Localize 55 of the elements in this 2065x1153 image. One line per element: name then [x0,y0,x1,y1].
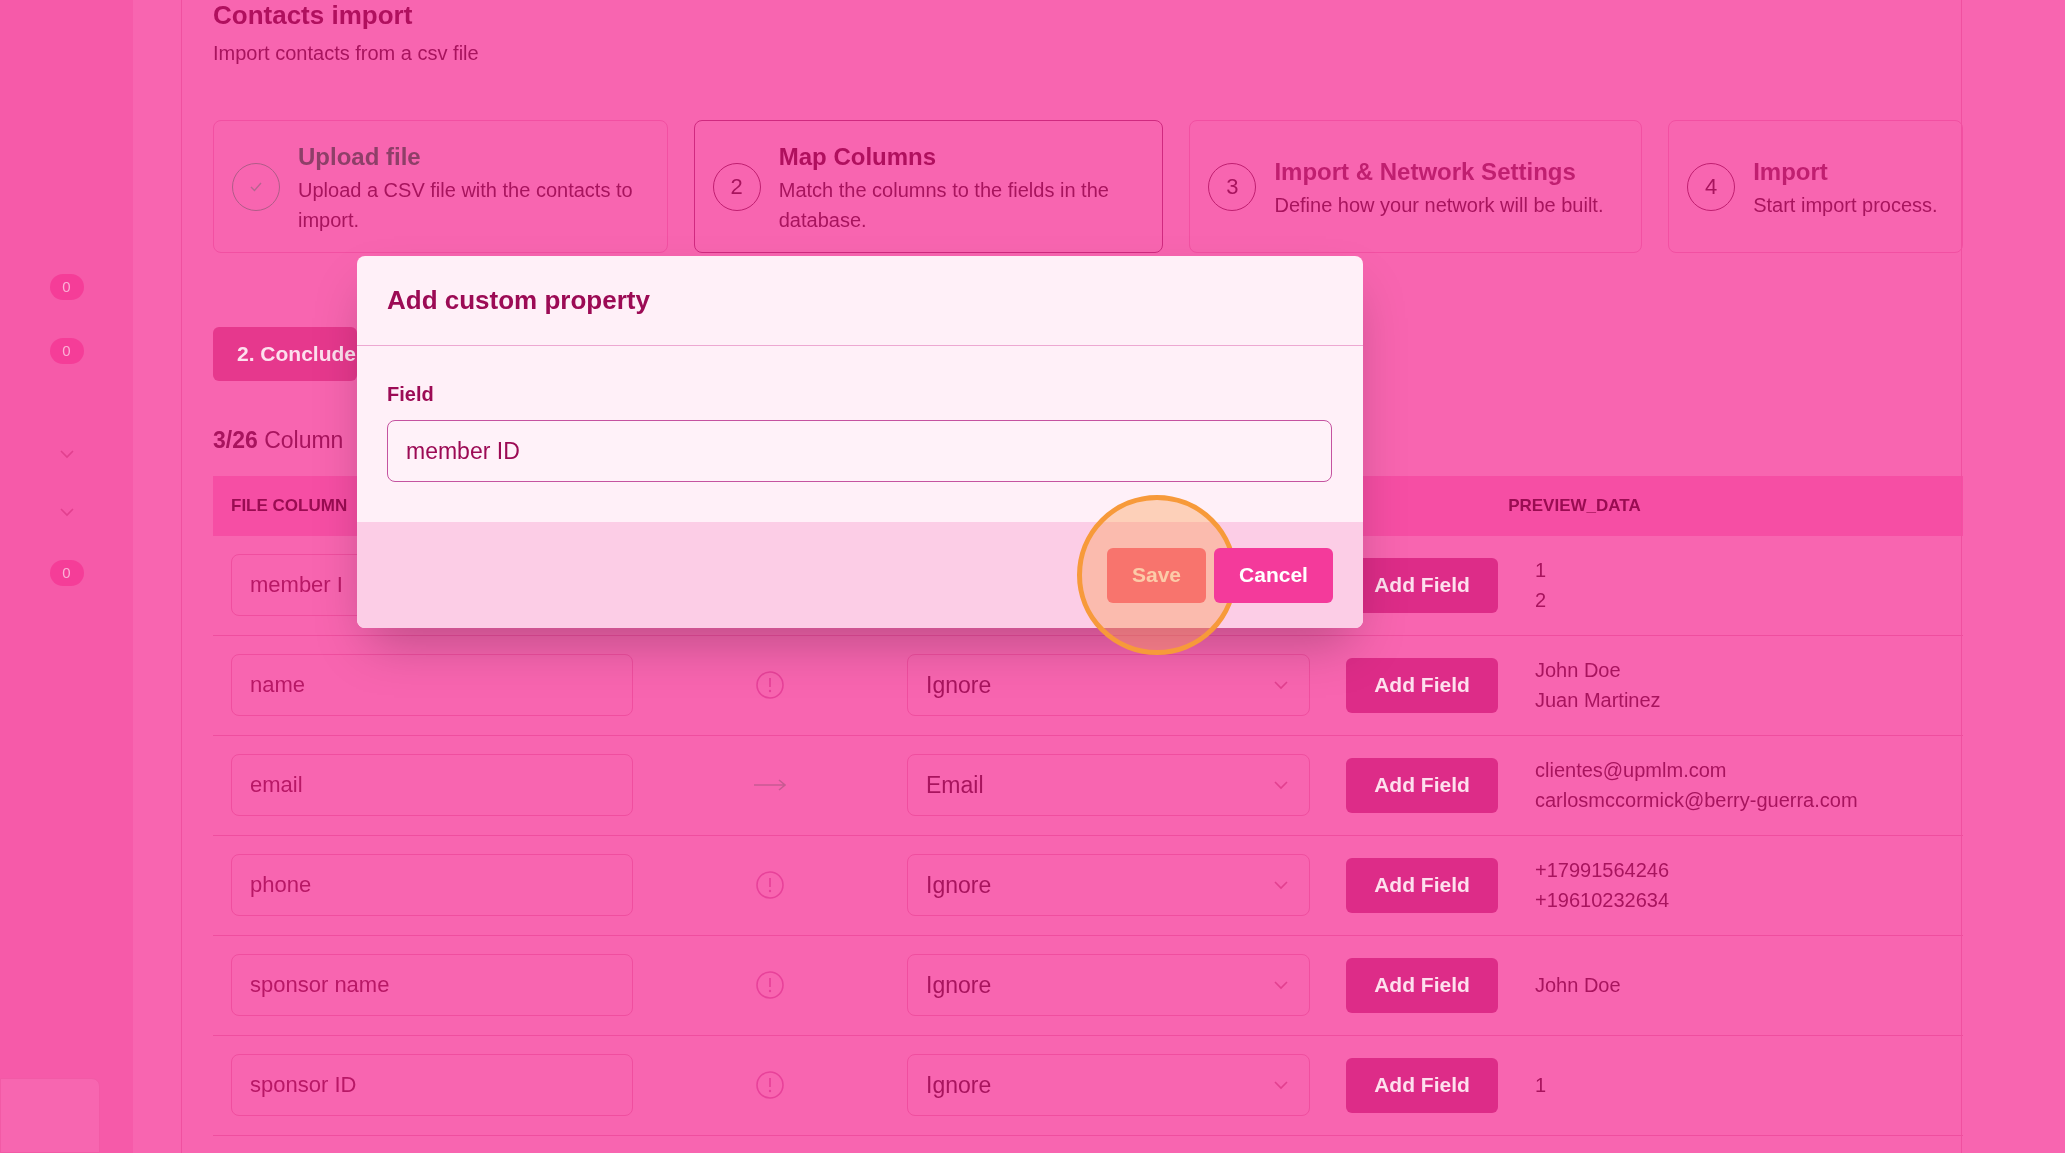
preview-value: clientes@upmlm.com [1535,758,1728,783]
step-card[interactable]: 2 Map Columns Match the columns to the fields in the database. [693,120,1164,253]
warning-icon [755,1070,785,1100]
step-title: Import & Network Settings [1274,156,1577,187]
page-title: Contacts import [213,2,413,28]
step-title: Import [1753,156,1829,187]
step-description: Upload a CSV file with the contacts to import. [298,177,634,233]
add-field-button[interactable]: Add Field [1346,757,1498,813]
preview-value: John Doe [1535,658,1622,683]
field-select[interactable]: Ignore [907,854,1310,916]
step-description: Start import process. [1753,192,1938,218]
preview-value: 1 [1535,558,1547,583]
field-input[interactable]: member ID [387,420,1332,482]
page-subtitle: Import contacts from a csv file [213,41,479,66]
column-header: FILE COLUMN [231,494,348,517]
step-card[interactable]: 3 Import & Network Settings Define how your network will be built. [1189,120,1643,253]
count-badge: 0 [49,274,84,300]
preview-value: Juan Martinez [1535,688,1661,713]
step-title: Upload file [298,141,422,172]
preview-value: carlosmccormick@berry-guerra.com [1535,788,1858,813]
field-label: Field [387,384,435,404]
count-badge: 0 [49,338,84,364]
add-field-button[interactable]: Add Field [1346,957,1498,1013]
file-column-input[interactable]: name [231,654,633,716]
step-description: Define how your network will be built. [1274,192,1604,218]
count-badge: 0 [49,560,84,586]
column-header: PREVIEW_DATA [1508,494,1641,517]
field-select[interactable]: Ignore [907,654,1310,716]
field-select[interactable]: Ignore [907,1054,1310,1116]
arrow-icon [753,778,787,792]
cancel-button[interactable]: Cancel [1214,547,1333,603]
save-button[interactable]: Save [1107,547,1206,603]
preview-value: 2 [1535,588,1547,613]
file-column-input[interactable]: email [231,754,633,816]
conclude-button[interactable]: 2. Conclude [213,327,357,381]
step-title: Map Columns [778,141,938,172]
step-card[interactable]: Upload file Upload a CSV file with the contacts to import. [213,120,668,253]
preview-value: +19610232634 [1535,888,1670,913]
warning-icon [755,670,785,700]
add-field-button[interactable]: Add Field [1346,1057,1498,1113]
warning-icon [755,870,785,900]
dialog-title: Add custom property [387,284,650,317]
preview-value: +17991564246 [1535,858,1670,883]
field-select[interactable]: Email [907,754,1310,816]
preview-value: 1 [1535,1073,1547,1098]
warning-icon [755,970,785,1000]
add-field-button[interactable]: Add Field [1346,657,1498,713]
columns-summary: 3/26 Column [213,426,344,455]
preview-value: John Doe [1535,973,1621,998]
step-description: Match the columns to the fields in the database. [778,177,1110,233]
add-field-button[interactable]: Add Field [1346,857,1498,913]
field-select[interactable]: Ignore [907,954,1310,1016]
file-column-input[interactable]: sponsor name [231,954,633,1016]
file-column-input[interactable]: phone [231,854,633,916]
file-column-input[interactable]: sponsor ID [231,1054,633,1116]
